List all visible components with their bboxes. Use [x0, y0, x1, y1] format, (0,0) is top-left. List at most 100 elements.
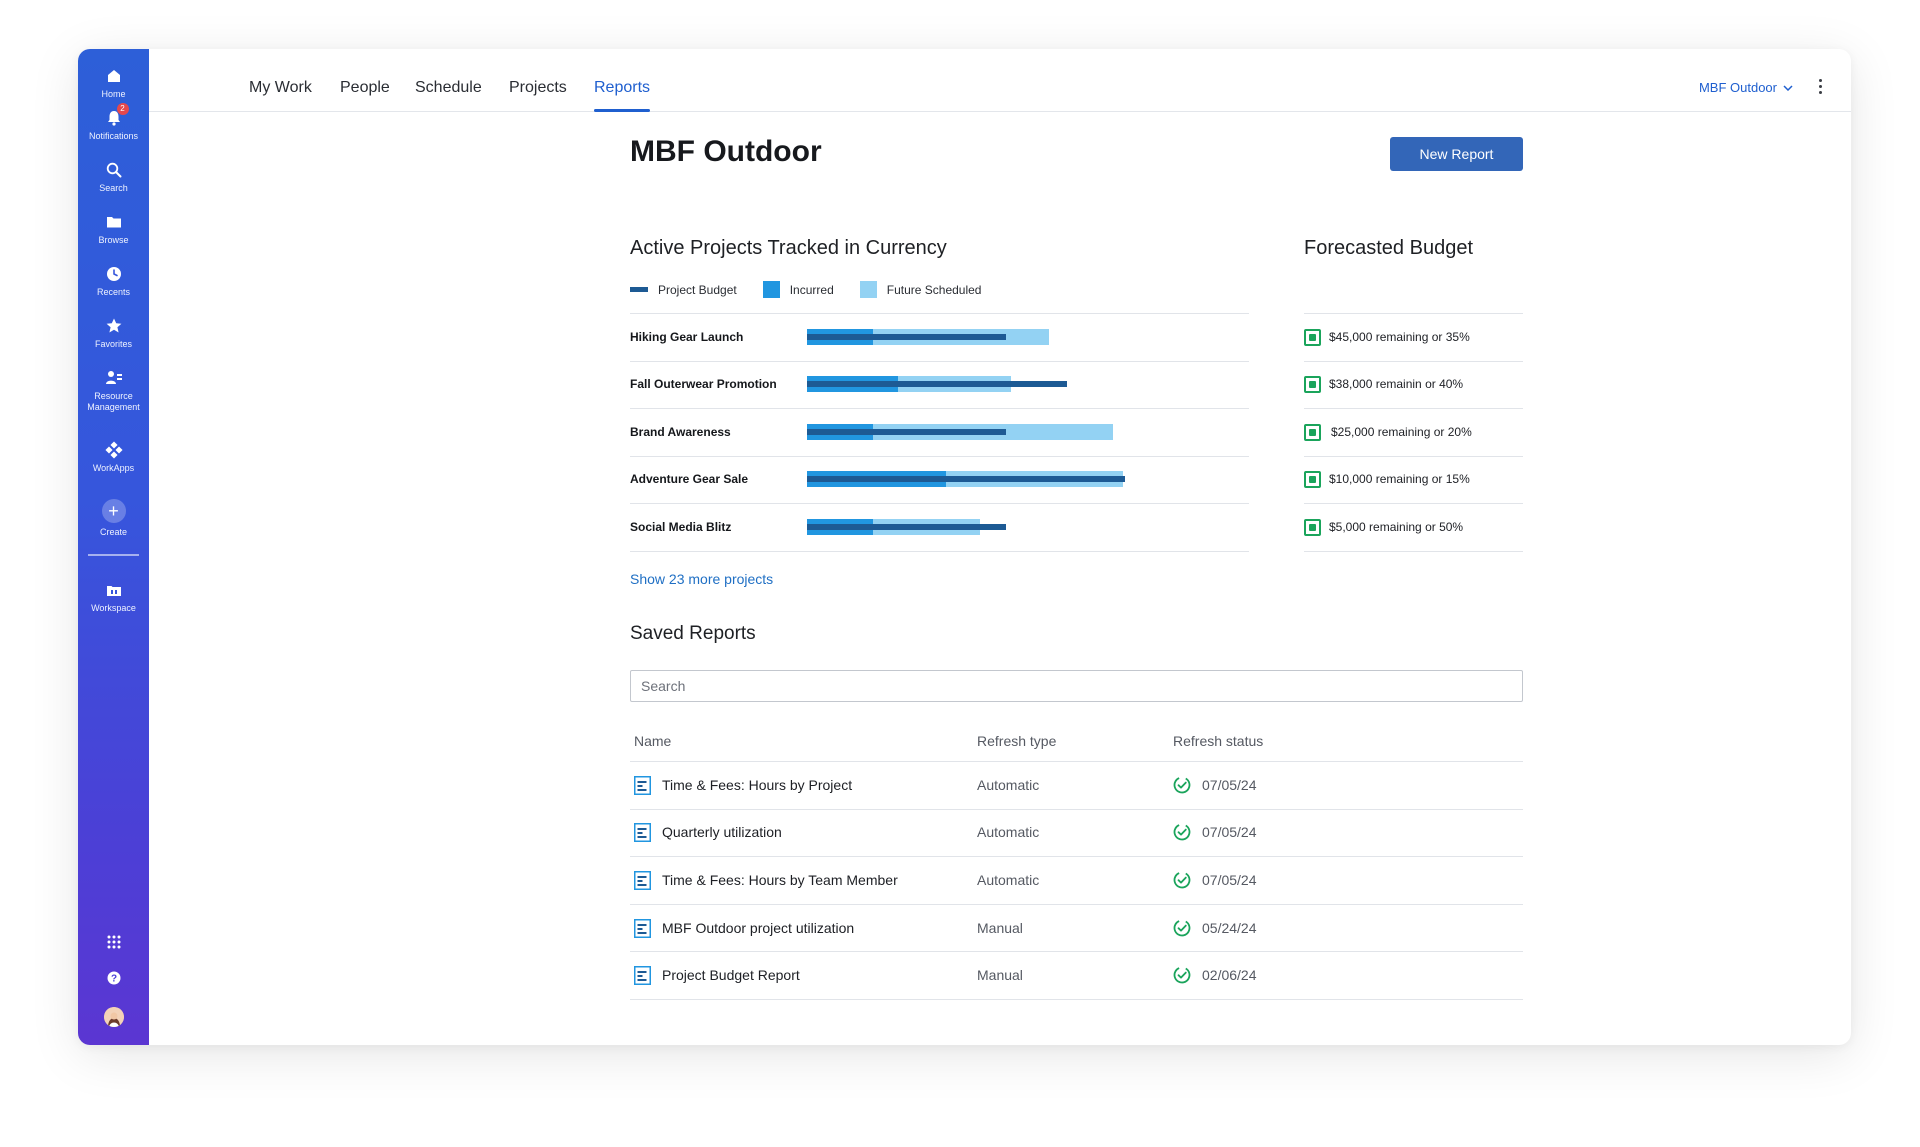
- tab-reports[interactable]: Reports: [594, 79, 651, 112]
- saved-reports-title: Saved Reports: [630, 623, 756, 644]
- chart-legend: Project Budget Incurred Future Scheduled: [630, 281, 1007, 298]
- sidebar-item-label: Resource Management: [87, 391, 140, 412]
- column-header-refresh-status[interactable]: Refresh status: [1173, 733, 1263, 749]
- chart-top-divider: [630, 313, 1249, 314]
- forecast-row-divider: [1304, 408, 1523, 409]
- workapps-icon: [104, 441, 123, 459]
- legend-label: Future Scheduled: [886, 282, 982, 297]
- forecast-row-divider: [1304, 455, 1523, 457]
- help-icon: ?: [107, 971, 120, 985]
- sidebar-item-label: WorkApps: [92, 463, 135, 473]
- avatar: [103, 1007, 124, 1027]
- refresh-success-icon: [1173, 966, 1191, 984]
- sidebar-item-workspace[interactable]: Workspace: [78, 581, 149, 614]
- sidebar-item-label: Workspace: [91, 603, 136, 613]
- forecast-row-divider: [1304, 503, 1523, 504]
- sidebar-item-resource-management[interactable]: Resource Management: [78, 369, 149, 413]
- report-name[interactable]: Time & Fees: Hours by Project: [662, 777, 852, 793]
- refresh-type: Manual: [977, 967, 1023, 984]
- sidebar-item-label: Notifications: [88, 131, 139, 141]
- tab-people[interactable]: People: [340, 79, 390, 97]
- workspace-selector[interactable]: MBF Outdoor: [1699, 80, 1793, 95]
- column-header-refresh-type[interactable]: Refresh type: [977, 733, 1056, 749]
- sidebar-item-label: Search: [99, 183, 128, 193]
- sidebar-item-label: Create: [99, 527, 127, 537]
- refresh-date: 02/06/24: [1202, 967, 1257, 984]
- sidebar-item-label: Home: [101, 89, 126, 99]
- forecasted-budget-title: Forecasted Budget: [1304, 237, 1473, 259]
- table-header-divider: [630, 761, 1523, 762]
- bar-project-budget: [807, 476, 1125, 483]
- help-button[interactable]: ?: [78, 971, 149, 985]
- show-more-projects-link[interactable]: Show 23 more projects: [630, 571, 773, 587]
- apps-grid-button[interactable]: [78, 935, 149, 949]
- forecast-row-divider: [1304, 360, 1523, 362]
- active-projects-title: Active Projects Tracked in Currency: [630, 237, 947, 259]
- project-name: Fall Outerwear Promotion: [630, 377, 777, 392]
- budget-status-icon: [1304, 376, 1321, 394]
- project-name: Brand Awareness: [630, 424, 731, 439]
- legend-swatch-future-scheduled: [859, 281, 877, 298]
- app-window: Home 2 Notifications Search Browse Recen…: [78, 49, 1851, 1045]
- sidebar-item-browse[interactable]: Browse: [78, 213, 149, 246]
- report-name[interactable]: MBF Outdoor project utilization: [662, 920, 854, 936]
- refresh-success-icon: [1173, 823, 1191, 841]
- user-avatar-button[interactable]: [78, 1007, 149, 1027]
- bar-project-budget: [807, 333, 1006, 340]
- report-name[interactable]: Time & Fees: Hours by Team Member: [662, 872, 898, 888]
- refresh-success-icon: [1173, 776, 1191, 794]
- sidebar-item-notifications[interactable]: 2 Notifications: [78, 103, 149, 142]
- report-name[interactable]: Quarterly utilization: [662, 824, 782, 840]
- page-title: MBF Outdoor: [630, 135, 822, 168]
- project-name: Hiking Gear Launch: [630, 329, 744, 344]
- forecast-row-divider: [1304, 550, 1523, 552]
- svg-text:?: ?: [110, 974, 116, 985]
- sidebar-item-workapps[interactable]: WorkApps: [78, 441, 149, 474]
- forecast-text: $5,000 remaining or 50%: [1329, 519, 1464, 534]
- legend-label: Incurred: [789, 282, 834, 297]
- saved-reports-search-input[interactable]: [630, 670, 1523, 702]
- sidebar: Home 2 Notifications Search Browse Recen…: [78, 49, 149, 1045]
- refresh-type: Automatic: [977, 776, 1040, 793]
- new-report-button[interactable]: New Report: [1390, 137, 1523, 171]
- report-icon: [634, 775, 651, 795]
- chart-row-divider: [630, 455, 1249, 457]
- refresh-type: Automatic: [977, 824, 1040, 841]
- tab-projects[interactable]: Projects: [509, 79, 567, 97]
- report-name[interactable]: Project Budget Report: [662, 967, 800, 983]
- budget-status-icon: [1304, 471, 1321, 489]
- chart-row-divider: [630, 360, 1249, 362]
- forecast-text: $25,000 remaining or 20%: [1331, 424, 1472, 439]
- home-icon: [105, 67, 123, 85]
- chevron-down-icon: [1783, 84, 1793, 91]
- sidebar-item-home[interactable]: Home: [78, 67, 149, 100]
- chart-row-divider: [630, 550, 1249, 552]
- table-row-divider: [630, 951, 1523, 953]
- sidebar-item-label: Favorites: [94, 339, 132, 349]
- sidebar-item-favorites[interactable]: Favorites: [78, 317, 149, 350]
- more-options-icon[interactable]: [1817, 79, 1823, 95]
- report-icon: [634, 966, 651, 986]
- budget-status-icon: [1304, 518, 1321, 536]
- search-icon: [105, 161, 123, 179]
- project-name: Adventure Gear Sale: [630, 472, 749, 487]
- table-row-divider: [630, 999, 1523, 1000]
- sidebar-item-recents[interactable]: Recents: [78, 265, 149, 298]
- bell-icon: 2: [105, 103, 129, 127]
- report-icon: [634, 871, 651, 890]
- legend-swatch-project-budget: [630, 287, 648, 292]
- sidebar-item-search[interactable]: Search: [78, 161, 149, 194]
- sidebar-item-create[interactable]: + Create: [78, 499, 149, 538]
- column-header-name[interactable]: Name: [634, 733, 671, 749]
- tab-my-work[interactable]: My Work: [249, 79, 312, 97]
- refresh-date: 07/05/24: [1202, 872, 1257, 888]
- tab-schedule[interactable]: Schedule: [415, 79, 482, 97]
- folder-icon: [105, 213, 123, 231]
- table-row-divider: [630, 903, 1523, 905]
- chart-row-divider: [630, 408, 1249, 409]
- legend-item-project-budget: Project Budget: [630, 283, 737, 297]
- forecast-top-divider: [1304, 313, 1523, 314]
- workspace-icon: [105, 581, 123, 599]
- bar-project-budget: [807, 381, 1068, 388]
- forecast-text: $38,000 remainin or 40%: [1329, 377, 1464, 392]
